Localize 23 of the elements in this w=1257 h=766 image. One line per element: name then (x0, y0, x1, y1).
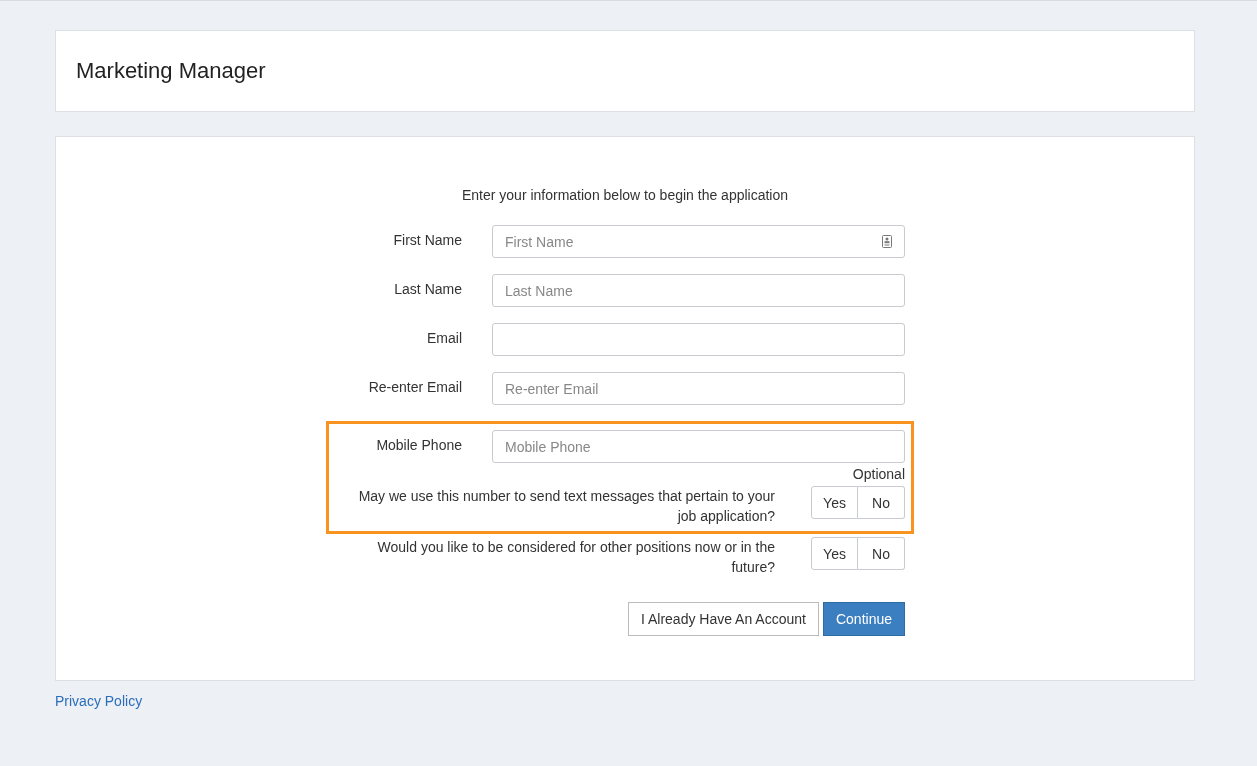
option-button[interactable]: No (858, 537, 905, 570)
text-field[interactable]: Last Name (492, 274, 905, 307)
field-label: Mobile Phone (375, 436, 462, 455)
continue-button[interactable]: Continue (822, 602, 905, 636)
contact-card-icon[interactable] (882, 235, 892, 248)
field-label: First Name (392, 231, 462, 250)
question-text: Would you like to be considered for other positions now or in the future? (376, 538, 775, 577)
text-field[interactable]: First Name (492, 225, 905, 258)
question-text: May we use this number to send text messages that pertain to your job application? (357, 487, 775, 526)
text-field[interactable]: Re-enter Email (492, 372, 905, 405)
option-button[interactable]: No (858, 486, 905, 519)
text-field[interactable] (492, 323, 905, 356)
optional-note: Optional (851, 466, 905, 482)
option-button[interactable]: Yes (811, 537, 858, 570)
field-label: Last Name (393, 280, 462, 299)
field-label: Email (426, 329, 462, 348)
privacy-policy-link[interactable]: Privacy Policy (55, 693, 143, 709)
field-label: Re-enter Email (367, 378, 462, 397)
option-button[interactable]: Yes (811, 486, 858, 519)
text-field[interactable]: Mobile Phone (492, 430, 905, 463)
account-button[interactable]: I Already Have An Account (627, 602, 819, 636)
intro-text: Enter your information below to begin the application (460, 187, 790, 203)
page-title: Marketing Manager (76, 58, 266, 84)
